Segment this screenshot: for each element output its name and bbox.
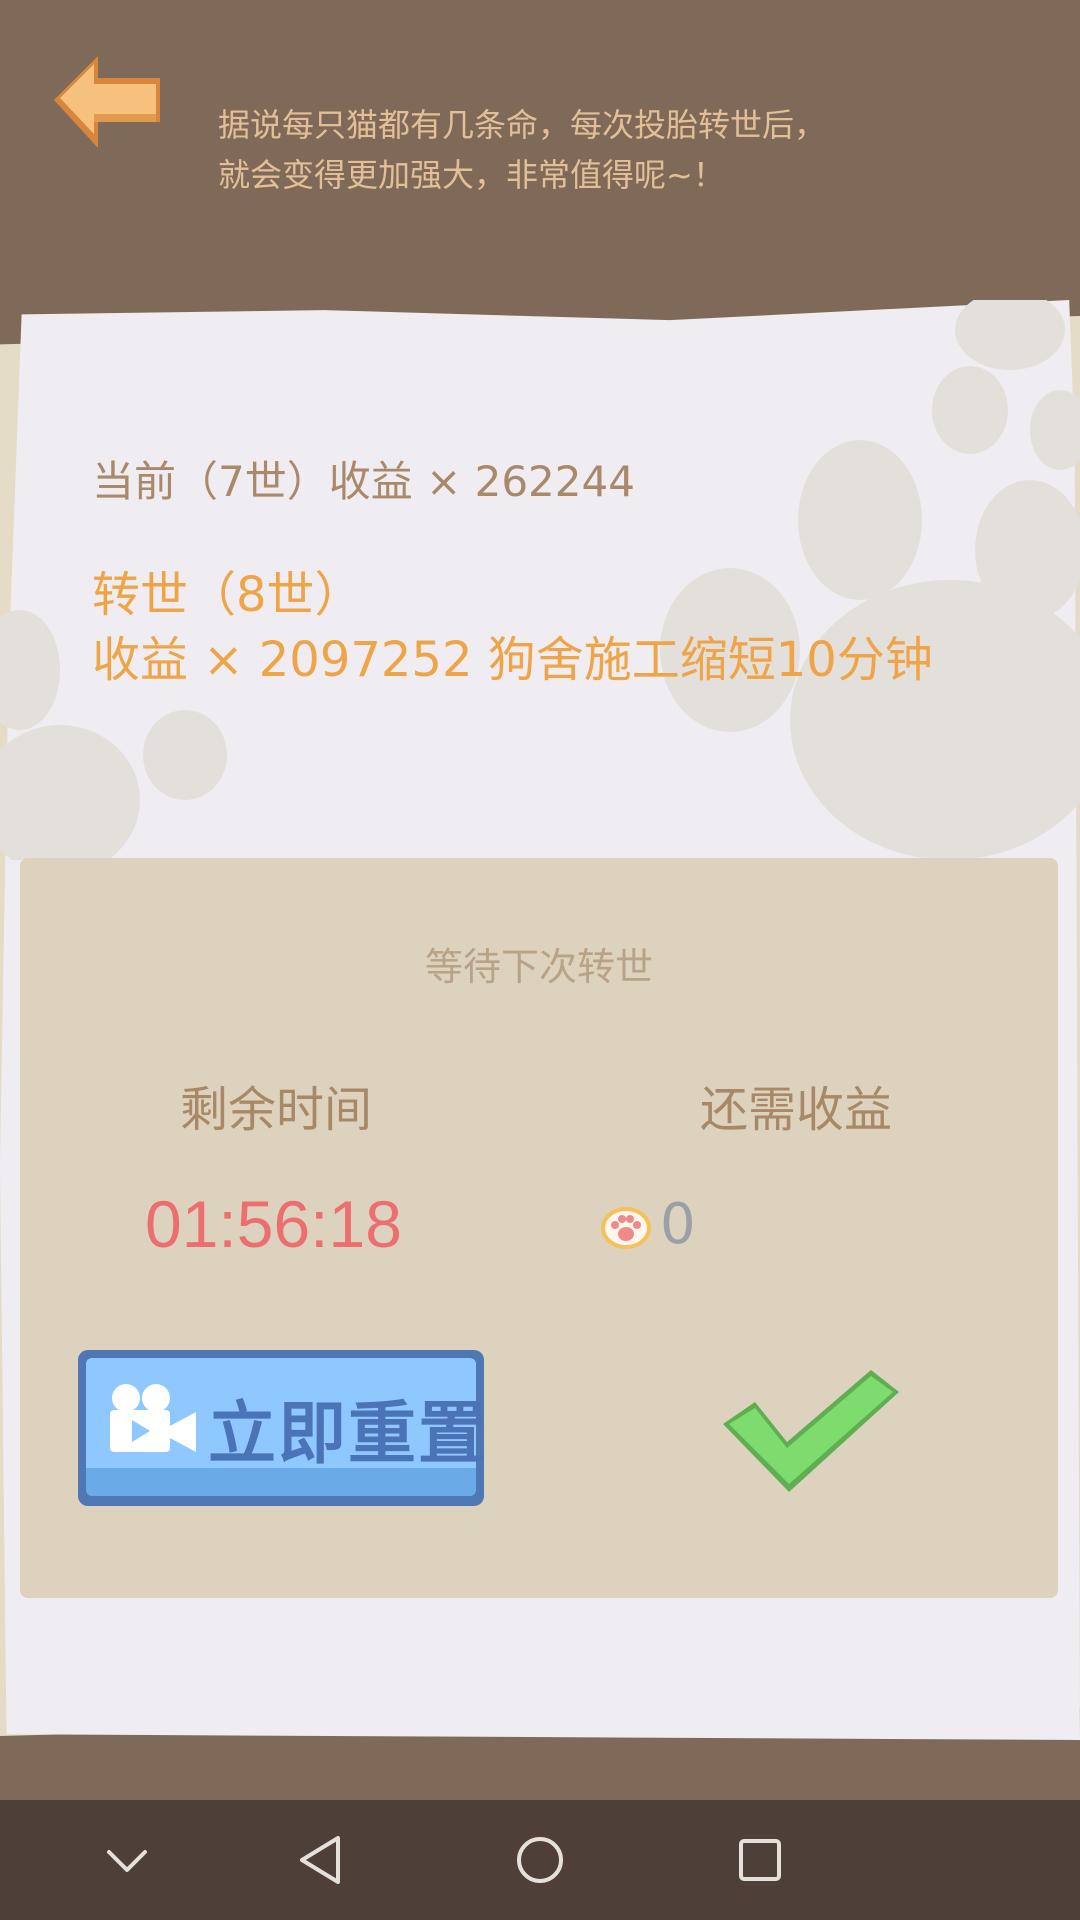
intro-text: 据说每只猫都有几条命，每次投胎转世后， 就会变得更加强大，非常值得呢~！ bbox=[218, 100, 998, 200]
income-needed-value: 0 bbox=[660, 1192, 696, 1257]
back-button[interactable] bbox=[48, 48, 168, 158]
nav-back-button[interactable] bbox=[290, 1830, 350, 1890]
video-camera-icon bbox=[110, 1384, 196, 1452]
intro-line-2: 就会变得更加强大，非常值得呢~！ bbox=[218, 156, 725, 194]
rebirth-status-panel: 等待下次转世 剩余时间 还需收益 01:56:18 0 立即重置 bbox=[20, 858, 1058, 1598]
nav-hide-button[interactable] bbox=[97, 1830, 157, 1890]
rebirth-title: 转世（8世） bbox=[92, 567, 363, 623]
rebirth-benefit: 收益 × 2097252 狗舍施工缩短10分钟 bbox=[92, 632, 933, 688]
recents-square-icon bbox=[739, 1839, 781, 1881]
back-triangle-icon bbox=[300, 1836, 340, 1884]
checkmark-icon bbox=[723, 1370, 899, 1492]
panel-title: 等待下次转世 bbox=[424, 945, 653, 989]
current-benefit: 当前（7世）收益 × 262244 bbox=[92, 457, 635, 506]
reset-now-button[interactable]: 立即重置 bbox=[78, 1350, 486, 1506]
paw-coin-icon bbox=[601, 1207, 651, 1249]
intro-line-1: 据说每只猫都有几条命，每次投胎转世后， bbox=[218, 106, 827, 144]
remaining-time-label: 剩余时间 bbox=[180, 1082, 373, 1138]
nav-home-button[interactable] bbox=[510, 1830, 570, 1890]
confirm-button[interactable] bbox=[715, 1358, 915, 1508]
system-navigation-bar bbox=[0, 1800, 1080, 1920]
income-needed-label: 还需收益 bbox=[700, 1082, 893, 1138]
reset-button-label: 立即重置 bbox=[208, 1395, 489, 1474]
nav-recents-button[interactable] bbox=[730, 1830, 790, 1890]
home-circle-icon bbox=[517, 1837, 563, 1883]
back-arrow-icon bbox=[54, 56, 160, 148]
countdown-timer: 01:56:18 bbox=[145, 1187, 402, 1261]
chevron-down-icon bbox=[107, 1850, 147, 1872]
